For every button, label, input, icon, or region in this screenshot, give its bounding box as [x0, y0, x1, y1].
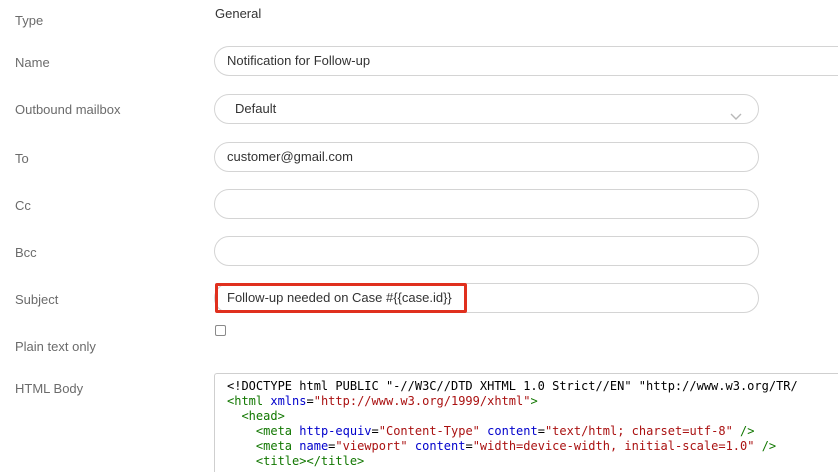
- code-token: xmlns: [270, 394, 307, 408]
- outbound-mailbox-value: Default: [235, 101, 277, 116]
- plain-text-only-label: Plain text only: [15, 339, 96, 354]
- code-token: name: [299, 439, 329, 453]
- code-token: <html: [227, 394, 264, 408]
- name-label: Name: [15, 55, 50, 70]
- html-body-label: HTML Body: [15, 381, 84, 396]
- code-line: <head>: [227, 409, 838, 424]
- code-line: <meta name="viewport" content="width=dev…: [227, 439, 838, 454]
- html-body-editor[interactable]: <!DOCTYPE html PUBLIC "-//W3C//DTD XHTML…: [214, 373, 838, 472]
- type-value: General: [215, 6, 262, 21]
- code-token: <meta: [255, 439, 293, 453]
- to-label: To: [15, 151, 29, 166]
- type-label: Type: [15, 13, 44, 28]
- code-token: http-equiv: [299, 424, 372, 438]
- code-token: content: [487, 424, 538, 438]
- code-line: <html xmlns="http://www.w3.org/1999/xhtm…: [227, 394, 838, 409]
- code-token: =: [371, 424, 379, 438]
- cc-input[interactable]: [214, 189, 759, 219]
- to-input-value: customer@gmail.com: [227, 149, 353, 164]
- code-token: <title></title>: [255, 454, 365, 468]
- code-token: <head>: [241, 409, 285, 423]
- code-token: <meta: [255, 424, 293, 438]
- cc-label: Cc: [15, 198, 31, 213]
- plain-text-only-checkbox[interactable]: [215, 325, 226, 336]
- code-line: <meta http-equiv="Content-Type" content=…: [227, 424, 838, 439]
- bcc-input[interactable]: [214, 236, 759, 266]
- code-token: <!DOCTYPE html PUBLIC "-//W3C//DTD XHTML…: [227, 379, 798, 393]
- name-input[interactable]: Notification for Follow-up: [214, 46, 838, 76]
- code-token: />: [761, 439, 777, 453]
- code-token: "viewport": [335, 439, 408, 453]
- code-token: />: [740, 424, 755, 438]
- code-token: "width=device-width, initial-scale=1.0": [472, 439, 755, 453]
- code-line: <!DOCTYPE html PUBLIC "-//W3C//DTD XHTML…: [227, 379, 838, 394]
- outbound-mailbox-select[interactable]: Default: [214, 94, 759, 124]
- code-line: <title></title>: [227, 454, 838, 469]
- to-input[interactable]: customer@gmail.com: [214, 142, 759, 172]
- subject-input-value: Follow-up needed on Case #{{case.id}}: [227, 290, 452, 305]
- code-token: >: [530, 394, 538, 408]
- email-template-form: Type General Name Notification for Follo…: [0, 0, 838, 472]
- code-token: content: [414, 439, 466, 453]
- chevron-down-icon: [730, 103, 742, 120]
- bcc-label: Bcc: [15, 245, 37, 260]
- code-token: =: [465, 439, 473, 453]
- code-token: "Content-Type": [378, 424, 480, 438]
- code-token: "text/html; charset=utf-8": [544, 424, 733, 438]
- code-token: "http://www.w3.org/1999/xhtml": [313, 394, 531, 408]
- outbound-mailbox-label: Outbound mailbox: [15, 102, 121, 117]
- name-input-value: Notification for Follow-up: [227, 53, 371, 68]
- code-token: =: [537, 424, 545, 438]
- subject-input[interactable]: Follow-up needed on Case #{{case.id}}: [214, 283, 759, 313]
- code-token: =: [306, 394, 314, 408]
- subject-label: Subject: [15, 292, 59, 307]
